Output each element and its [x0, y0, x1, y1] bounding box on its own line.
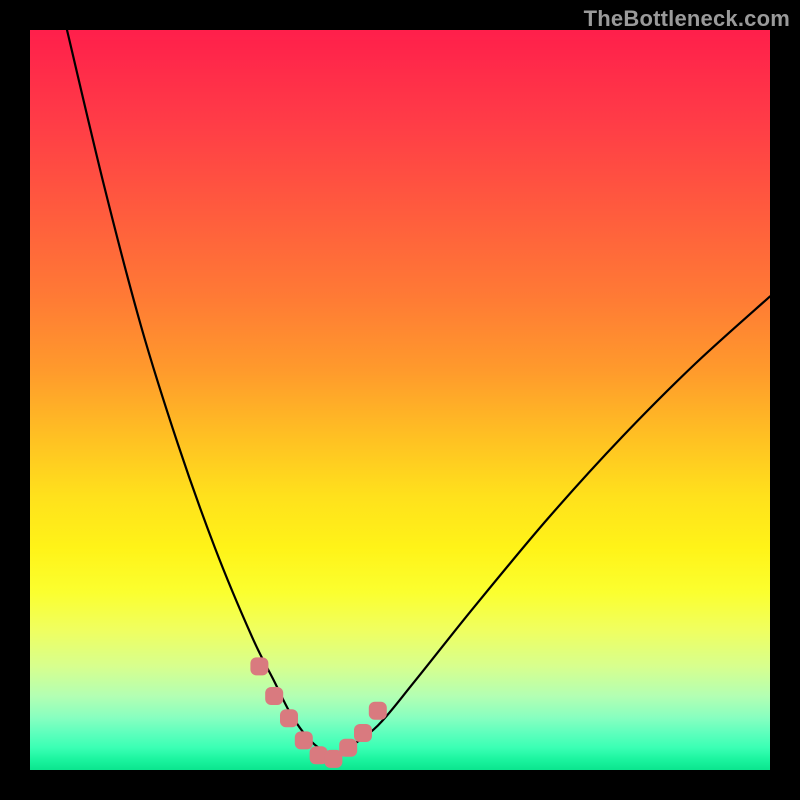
marker-point — [295, 731, 313, 749]
watermark-text: TheBottleneck.com — [584, 6, 790, 32]
marker-point — [280, 709, 298, 727]
bottleneck-curve — [67, 30, 770, 755]
marker-point — [265, 687, 283, 705]
plot-area — [30, 30, 770, 770]
marker-point — [339, 739, 357, 757]
marker-point — [369, 702, 387, 720]
marker-point — [250, 657, 268, 675]
chart-svg — [30, 30, 770, 770]
marker-point — [354, 724, 372, 742]
chart-frame: TheBottleneck.com — [0, 0, 800, 800]
